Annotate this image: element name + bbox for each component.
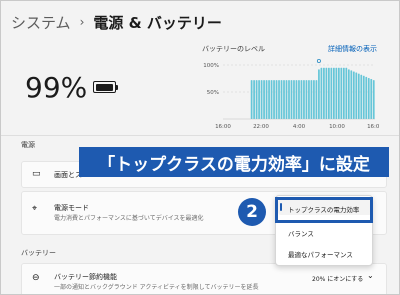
selection-highlight-box (275, 197, 373, 223)
breadcrumb-system[interactable]: システム (11, 12, 71, 33)
current-time-marker (316, 59, 321, 64)
chevron-down-icon[interactable]: ⌄ (367, 271, 374, 280)
battery-level-bar (320, 67, 323, 119)
battery-level-bar (325, 67, 328, 119)
x-tick-label: 22:00 (253, 124, 269, 130)
battery-level-bar (330, 67, 333, 119)
battery-level-bar (303, 80, 305, 119)
battery-level-bar (250, 80, 253, 119)
breadcrumb: システム › 電源 & バッテリー (11, 11, 222, 33)
battery-level-bar (253, 80, 255, 119)
battery-level-bar (337, 67, 340, 119)
power-battery-settings-window: システム › 電源 & バッテリー 99% バッテリーのレベル 詳細情報の表示 … (0, 0, 400, 295)
instruction-callout: 「トップクラスの電力効率」に設定 (79, 147, 389, 177)
battery-saver-title: バッテリー節約機能 (54, 273, 117, 281)
divider (1, 135, 399, 136)
battery-level-bar (305, 80, 308, 119)
battery-level-bar (278, 80, 280, 119)
y-tick-label: 50% (207, 90, 219, 96)
battery-level-bar (355, 72, 358, 119)
battery-level-bar (293, 80, 295, 119)
battery-level-bar (333, 67, 335, 119)
battery-level-bar (290, 80, 293, 119)
monitor-icon: ▭ (32, 169, 41, 179)
battery-level-bar (300, 80, 303, 119)
battery-section-label: バッテリー (21, 249, 56, 257)
battery-level-bar (318, 69, 320, 119)
battery-percentage: 99% (25, 71, 88, 104)
battery-level-bar (350, 70, 353, 119)
option-balanced[interactable]: バランス (288, 228, 314, 238)
battery-level-chart: 100% 50% 16:00 22:00 4:00 10:00 16:00 (203, 59, 379, 130)
battery-level-bar (258, 80, 260, 119)
battery-saver-value[interactable]: 20% にオンにする (312, 274, 363, 283)
battery-level-bar (315, 80, 318, 119)
power-section-label: 電源 (21, 141, 35, 149)
power-mode-title: 電源モード (54, 204, 89, 212)
battery-level-bar (268, 80, 270, 119)
battery-level-bar (260, 80, 263, 119)
battery-level-bar (265, 80, 268, 119)
battery-level-bar (313, 80, 315, 119)
battery-level-bar (280, 80, 283, 119)
battery-level-bar (285, 80, 288, 119)
battery-level-bar (370, 79, 373, 119)
breadcrumb-separator-icon: › (79, 15, 85, 29)
battery-level-bar (360, 74, 363, 119)
battery-level-bar (328, 67, 330, 119)
battery-level-bar (298, 80, 300, 119)
battery-level-bar (342, 67, 345, 119)
battery-level-bar (335, 67, 338, 119)
battery-level-bar (288, 80, 290, 119)
battery-level-bar (295, 80, 298, 119)
battery-level-bar (367, 77, 370, 119)
x-tick-label: 16:00 (367, 124, 379, 130)
battery-level-title: バッテリーのレベル (202, 45, 265, 53)
battery-level-bar (345, 67, 348, 119)
option-best-performance[interactable]: 最適なパフォーマンス (288, 249, 353, 259)
battery-level-bar (270, 80, 273, 119)
battery-saver-card[interactable]: ⊖ バッテリー節約機能 一部の通知とバックグラウンド アクティビティを制限してバ… (21, 263, 387, 294)
battery-level-bar (255, 80, 258, 119)
x-tick-label: 10:00 (329, 124, 345, 130)
battery-level-bar (365, 76, 368, 119)
page-title: 電源 & バッテリー (93, 13, 222, 32)
power-mode-icon: ⌖ (32, 204, 38, 214)
battery-level-bar (372, 80, 375, 119)
battery-level-bar (362, 75, 365, 119)
battery-icon (93, 81, 119, 93)
step-badge: 2 (238, 198, 266, 226)
battery-level-bar (308, 80, 310, 119)
battery-saver-subtitle: 一部の通知とバックグラウンド アクティビティを制限してバッテリーを延長 (54, 284, 259, 291)
details-link[interactable]: 詳細情報の表示 (328, 44, 377, 54)
y-tick-label: 100% (203, 63, 219, 69)
battery-level-bar (352, 71, 355, 119)
power-mode-subtitle: 電力消費とパフォーマンスに基づいてデバイスを最適化 (54, 215, 204, 222)
battery-level-bar (275, 80, 278, 119)
x-tick-label: 4:00 (293, 124, 306, 130)
x-tick-label: 16:00 (215, 124, 231, 130)
battery-level-bar (263, 80, 265, 119)
battery-level-bar (323, 67, 325, 119)
battery-level-bar (347, 69, 350, 119)
battery-level-bar (357, 73, 360, 119)
battery-level-bar (310, 80, 313, 119)
screen-sleep-title: 画面とス (54, 171, 82, 179)
battery-level-bar (273, 80, 275, 119)
battery-level-bar (283, 80, 285, 119)
battery-level-bar (340, 67, 343, 119)
battery-saver-icon: ⊖ (32, 273, 40, 283)
